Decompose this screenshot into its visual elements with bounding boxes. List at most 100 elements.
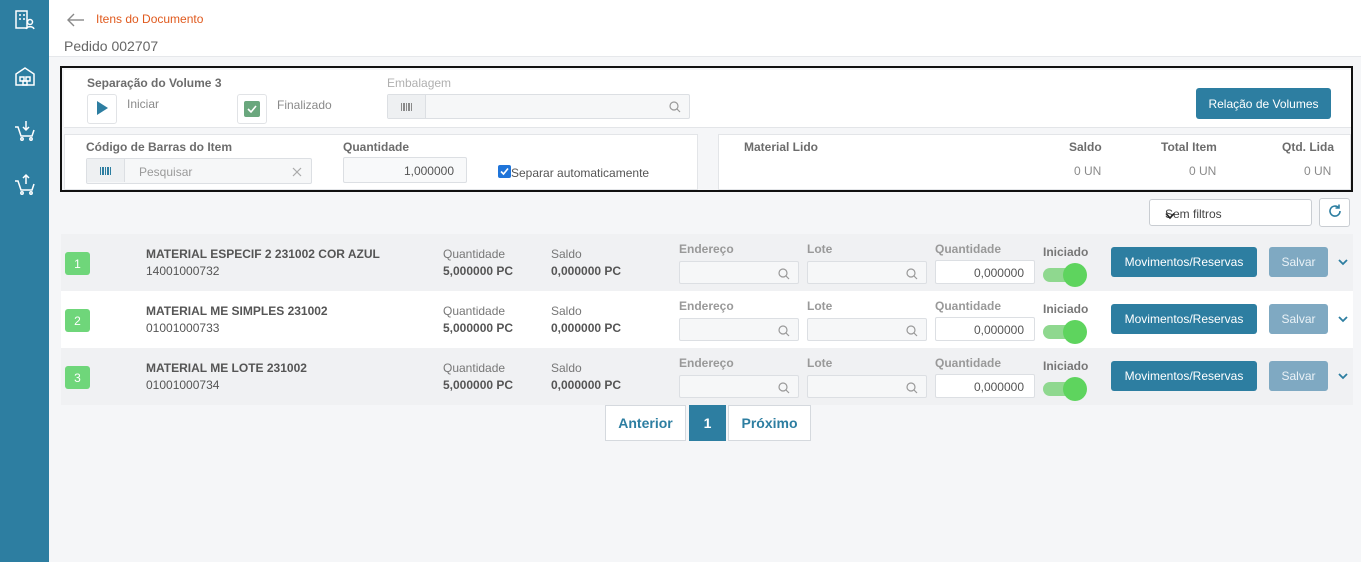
finished-label: Finalizado: [277, 98, 332, 112]
item-index-badge: 2: [65, 309, 90, 332]
barcode-icon: [87, 159, 125, 182]
check-icon: [244, 101, 260, 117]
search-icon[interactable]: [906, 382, 918, 394]
chevron-down-icon: [1165, 209, 1305, 223]
cart-up-icon[interactable]: [13, 172, 37, 196]
auto-separate-checkbox[interactable]: [498, 165, 511, 178]
quantity-value: 0,000000: [973, 380, 1024, 394]
qty-read-value: 0 UN: [1304, 164, 1332, 178]
balance-header: Saldo: [1069, 140, 1102, 154]
volume-title: Separação do Volume 3: [87, 76, 222, 90]
barcode-input[interactable]: Pesquisar: [86, 158, 312, 184]
lot-input[interactable]: [807, 261, 927, 284]
back-arrow-icon[interactable]: [66, 10, 86, 30]
started-toggle[interactable]: [1043, 320, 1087, 344]
scan-section: Código de Barras do Item Pesquisar Quant…: [64, 134, 698, 190]
material-read-label: Material Lido: [744, 140, 819, 154]
chevron-down-icon[interactable]: [1337, 370, 1349, 382]
quantity-label: Quantidade: [343, 140, 410, 154]
address-label: Endereço: [679, 299, 734, 313]
total-item-value: 0 UN: [1189, 164, 1217, 178]
volume-panel: Separação do Volume 3 Iniciar Finalizado…: [60, 66, 1353, 192]
chevron-down-icon[interactable]: [1337, 313, 1349, 325]
next-page-button[interactable]: Próximo: [728, 405, 811, 441]
item-code: 01001000733: [146, 321, 220, 335]
finished-button[interactable]: [237, 94, 267, 124]
building-user-icon[interactable]: [13, 8, 37, 32]
quantity-input[interactable]: 0,000000: [935, 260, 1035, 284]
page-subtitle: Pedido 002707: [64, 38, 159, 54]
lot-input[interactable]: [807, 318, 927, 341]
refresh-icon: [1327, 203, 1343, 222]
read-summary: Material Lido Saldo 0 UN Total Item 0 UN…: [718, 134, 1351, 190]
save-button[interactable]: Salvar: [1269, 247, 1328, 277]
sidebar: [0, 0, 49, 562]
item-code: 14001000732: [146, 264, 220, 278]
quantity-input[interactable]: 0,000000: [935, 317, 1035, 341]
lot-input[interactable]: [807, 375, 927, 398]
barcode-label: Código de Barras do Item: [86, 140, 233, 154]
item-name: MATERIAL ME SIMPLES 231002: [146, 304, 328, 318]
quantity-label: Quantidade: [935, 299, 1002, 313]
movements-button[interactable]: Movimentos/Reservas: [1111, 361, 1257, 391]
item-qty-label: Quantidade: [443, 304, 506, 318]
clear-icon[interactable]: [292, 166, 302, 180]
movements-button[interactable]: Movimentos/Reservas: [1111, 304, 1257, 334]
refresh-button[interactable]: [1319, 198, 1350, 227]
current-page-button[interactable]: 1: [689, 405, 726, 441]
quantity-value: 0,000000: [973, 323, 1024, 337]
search-icon[interactable]: [906, 325, 918, 337]
search-icon[interactable]: [778, 382, 790, 394]
barcode-icon: [388, 95, 426, 118]
address-input[interactable]: [679, 375, 799, 398]
search-icon[interactable]: [778, 325, 790, 337]
quantity-input[interactable]: 0,000000: [935, 374, 1035, 398]
address-label: Endereço: [679, 242, 734, 256]
item-index-badge: 1: [65, 252, 90, 275]
play-icon: [95, 100, 109, 119]
search-icon[interactable]: [778, 268, 790, 280]
lot-label: Lote: [807, 356, 833, 370]
start-button[interactable]: [87, 94, 117, 124]
item-balance: 0,000000 PC: [551, 378, 622, 392]
quantity-input[interactable]: 1,000000: [343, 157, 467, 183]
address-input[interactable]: [679, 261, 799, 284]
movements-button[interactable]: Movimentos/Reservas: [1111, 247, 1257, 277]
previous-page-button[interactable]: Anterior: [605, 405, 686, 441]
item-balance: 0,000000 PC: [551, 264, 622, 278]
started-toggle[interactable]: [1043, 263, 1087, 287]
quantity-value: 1,000000: [403, 164, 454, 178]
total-item-header: Total Item: [1161, 140, 1217, 154]
volume-relation-button[interactable]: Relação de Volumes: [1196, 88, 1331, 119]
item-qty: 5,000000 PC: [443, 378, 514, 392]
balance-value: 0 UN: [1074, 164, 1102, 178]
address-input[interactable]: [679, 318, 799, 341]
item-balance-label: Saldo: [551, 247, 582, 261]
header: [49, 0, 1361, 57]
save-button[interactable]: Salvar: [1269, 304, 1328, 334]
item-balance: 0,000000 PC: [551, 321, 622, 335]
save-button[interactable]: Salvar: [1269, 361, 1328, 391]
started-label: Iniciado: [1043, 359, 1089, 373]
started-toggle[interactable]: [1043, 377, 1087, 401]
search-icon[interactable]: [906, 268, 918, 280]
breadcrumb[interactable]: Itens do Documento: [96, 12, 203, 26]
lot-label: Lote: [807, 299, 833, 313]
item-row: 3 MATERIAL ME LOTE 231002 01001000734 Qu…: [61, 348, 1353, 405]
item-qty: 5,000000 PC: [443, 264, 514, 278]
item-balance-label: Saldo: [551, 304, 582, 318]
cart-down-icon[interactable]: [13, 118, 37, 142]
packaging-input[interactable]: [387, 94, 690, 119]
item-code: 01001000734: [146, 378, 220, 392]
item-row: 1 MATERIAL ESPECIF 2 231002 COR AZUL 140…: [61, 234, 1353, 291]
barcode-placeholder: Pesquisar: [139, 165, 193, 179]
warehouse-icon[interactable]: [13, 64, 37, 88]
address-label: Endereço: [679, 356, 734, 370]
search-icon[interactable]: [669, 101, 681, 113]
auto-separate-label: Separar automaticamente: [511, 166, 650, 180]
chevron-down-icon[interactable]: [1337, 256, 1349, 268]
started-label: Iniciado: [1043, 245, 1089, 259]
filter-select[interactable]: Sem filtros: [1149, 199, 1312, 226]
lot-label: Lote: [807, 242, 833, 256]
started-label: Iniciado: [1043, 302, 1089, 316]
